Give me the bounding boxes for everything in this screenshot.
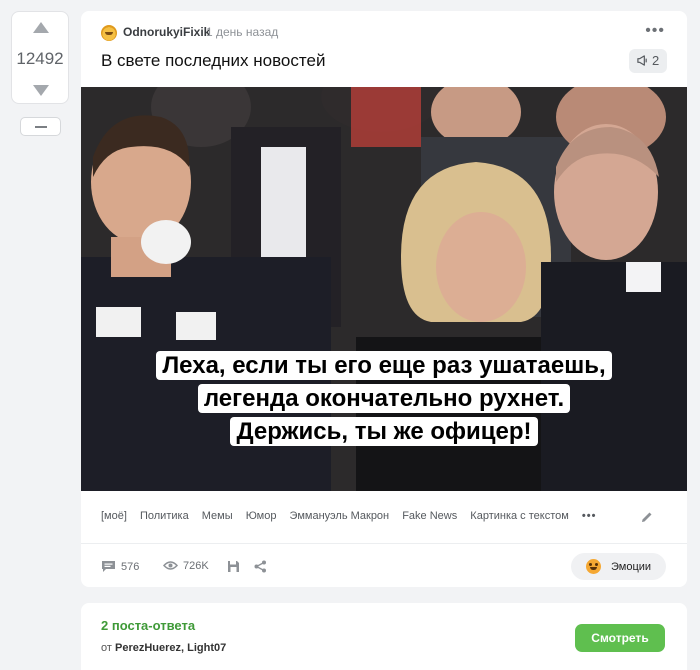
emotions-label: Эмоции	[611, 561, 652, 573]
more-options-icon[interactable]: •••	[645, 23, 665, 39]
rating-score: 12492	[16, 49, 64, 68]
share-icon[interactable]	[254, 560, 267, 573]
story-card: OdnorukyiFixik 1 день назад ••• В свете …	[81, 11, 687, 587]
more-tags-icon[interactable]: •••	[582, 510, 597, 522]
eye-icon	[162, 561, 179, 570]
tag-item[interactable]: Fake News	[402, 510, 457, 522]
comment-icon	[102, 561, 115, 572]
tag-item[interactable]: Политика	[140, 510, 189, 522]
emoji-icon	[586, 559, 601, 574]
megaphone-icon	[637, 55, 647, 66]
save-icon[interactable]	[227, 560, 240, 573]
tag-item[interactable]: Юмор	[246, 510, 277, 522]
post-time[interactable]: 1 день назад	[206, 25, 278, 39]
downvote-arrow-icon[interactable]	[33, 85, 49, 96]
comments-count: 576	[121, 561, 140, 573]
tag-item[interactable]: [моё]	[101, 510, 127, 522]
tag-list: [моё] Политика Мемы Юмор Эммануэль Макро…	[101, 510, 606, 522]
comments-stat[interactable]: 576	[101, 560, 139, 573]
community-badge-count: 2	[652, 53, 660, 68]
answers-card: 2 поста-ответа от PerezHuerez, Light07 С…	[81, 603, 687, 670]
image-caption: Леха, если ты его еще раз ушатаешь, леге…	[81, 351, 687, 450]
rating-widget: 12492	[11, 11, 69, 104]
emotions-button[interactable]: Эмоции	[571, 553, 666, 580]
community-badge[interactable]: 2	[629, 49, 667, 73]
avatar[interactable]	[101, 25, 117, 41]
tag-item[interactable]: Картинка с текстом	[470, 510, 569, 522]
minus-icon	[35, 126, 47, 128]
tag-item[interactable]: Эммануэль Макрон	[290, 510, 390, 522]
answers-title[interactable]: 2 поста-ответа	[101, 618, 195, 633]
views-stat: 726K	[162, 560, 209, 572]
answers-users[interactable]: PerezHuerez, Light07	[115, 642, 226, 654]
edit-tags-icon[interactable]	[641, 511, 653, 523]
hide-post-button[interactable]	[20, 117, 61, 136]
upvote-arrow-icon[interactable]	[33, 22, 49, 33]
caption-line: Леха, если ты его еще раз ушатаешь,	[156, 351, 612, 380]
story-title[interactable]: В свете последних новостей	[101, 51, 325, 71]
tag-item[interactable]: Мемы	[202, 510, 233, 522]
caption-line: Держись, ты же офицер!	[230, 417, 538, 446]
views-count: 726K	[183, 560, 209, 572]
author-link[interactable]: OdnorukyiFixik	[123, 25, 210, 39]
answers-authors: от PerezHuerez, Light07	[101, 642, 226, 654]
answers-from-prefix: от	[101, 642, 112, 654]
divider	[81, 543, 687, 544]
caption-line: легенда окончательно рухнет.	[197, 384, 571, 413]
story-image[interactable]: Леха, если ты его еще раз ушатаешь, леге…	[81, 87, 687, 491]
view-answers-button[interactable]: Смотреть	[575, 624, 665, 652]
